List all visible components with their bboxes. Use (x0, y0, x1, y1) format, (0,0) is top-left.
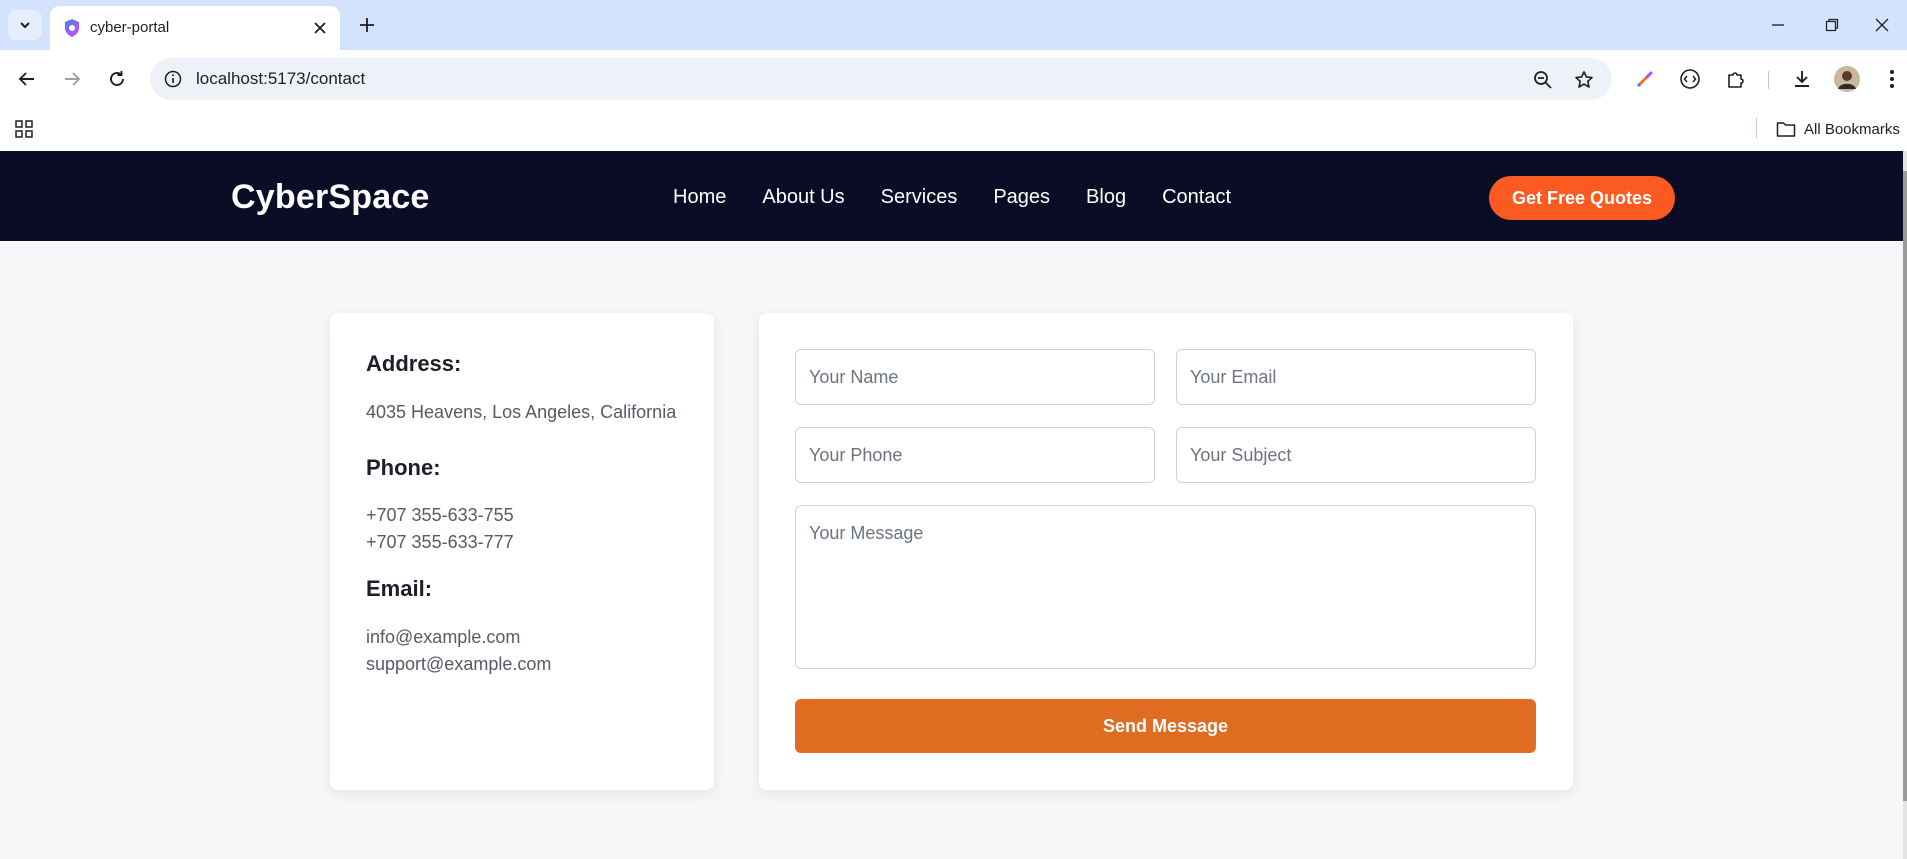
nav-blog[interactable]: Blog (1086, 186, 1126, 209)
downloads-button[interactable] (1786, 63, 1818, 95)
send-message-button[interactable]: Send Message (795, 699, 1536, 753)
arrow-left-icon (18, 72, 34, 86)
kebab-menu-icon (1890, 70, 1894, 88)
close-window-button[interactable] (1860, 8, 1904, 42)
download-icon (1795, 71, 1809, 87)
info-icon (164, 70, 182, 88)
address-text: 4035 Heavens, Los Angeles, California (366, 402, 677, 422)
zoom-button[interactable] (1530, 67, 1556, 93)
bookmarks-bar: All Bookmarks (0, 108, 1907, 151)
toolbar-divider (1768, 71, 1769, 89)
all-bookmarks-label: All Bookmarks (1804, 120, 1900, 138)
code-circle-icon (1680, 69, 1700, 89)
address-bar[interactable]: localhost:5173/contact (150, 58, 1612, 100)
profile-avatar-button[interactable] (1831, 63, 1863, 95)
eyedropper-icon (1637, 71, 1653, 87)
devtools-extension[interactable] (1674, 63, 1706, 95)
name-input[interactable] (795, 349, 1155, 405)
scrollbar-thumb[interactable] (1903, 171, 1907, 801)
nav-contact[interactable]: Contact (1162, 186, 1231, 209)
close-icon (314, 22, 326, 34)
color-picker-extension[interactable] (1629, 63, 1661, 95)
site-navbar: CyberSpace Home About Us Services Pages … (0, 151, 1907, 241)
extensions-button[interactable] (1720, 63, 1752, 95)
site-logo[interactable]: CyberSpace (231, 178, 430, 217)
nav-services[interactable]: Services (881, 186, 958, 209)
phone-heading: Phone: (366, 455, 441, 480)
contact-info-card: Address: 4035 Heavens, Los Angeles, Cali… (330, 313, 714, 790)
back-button[interactable] (11, 63, 43, 95)
apps-button[interactable] (12, 117, 36, 141)
tab-search-button[interactable] (8, 10, 42, 40)
bookmarks-divider (1756, 118, 1757, 138)
nav-about-us[interactable]: About Us (762, 186, 844, 209)
grid-icon (15, 120, 33, 138)
zoom-out-icon (1534, 71, 1552, 89)
browser-toolbar: localhost:5173/contact (0, 50, 1907, 108)
restore-icon (1825, 18, 1839, 32)
nav-pages[interactable]: Pages (993, 186, 1050, 209)
phone-primary: +707 355-633-755 (366, 505, 514, 525)
arrow-right-icon (65, 72, 81, 86)
url-text: localhost:5173/contact (196, 69, 366, 88)
address-heading: Address: (366, 351, 462, 376)
folder-icon (1776, 122, 1796, 137)
tab-title: cyber-portal (90, 19, 170, 36)
forward-button[interactable] (56, 63, 88, 95)
main-menu: Home About Us Services Pages Blog Contac… (673, 186, 1231, 209)
subject-input[interactable] (1176, 427, 1536, 483)
puzzle-icon (1728, 72, 1744, 88)
restore-window-button[interactable] (1810, 8, 1854, 42)
reload-icon (110, 71, 124, 86)
email-support: support@example.com (366, 654, 552, 674)
page-viewport: CyberSpace Home About Us Services Pages … (0, 151, 1907, 859)
plus-icon (360, 18, 374, 32)
message-textarea[interactable] (795, 505, 1536, 669)
browser-tab-active[interactable]: cyber-portal (50, 6, 340, 50)
chevron-down-icon (20, 22, 30, 29)
minimize-icon (1772, 24, 1784, 26)
bookmark-star-button[interactable] (1571, 67, 1597, 93)
star-icon (1575, 71, 1593, 88)
tab-close-button[interactable] (308, 16, 332, 40)
email-input[interactable] (1176, 349, 1536, 405)
minimize-window-button[interactable] (1756, 8, 1800, 42)
site-info-button[interactable] (162, 68, 184, 90)
browser-tabstrip: cyber-portal (0, 0, 1907, 50)
email-info: info@example.com (366, 627, 521, 647)
reload-button[interactable] (101, 63, 133, 95)
phone-secondary: +707 355-633-777 (366, 532, 514, 552)
avatar-icon (1834, 66, 1860, 92)
browser-menu-button[interactable] (1876, 63, 1907, 95)
contact-form-card: Send Message (759, 313, 1573, 790)
email-heading: Email: (366, 576, 433, 601)
shield-favicon-icon (65, 19, 79, 37)
page-scrollbar[interactable] (1903, 151, 1907, 859)
phone-input[interactable] (795, 427, 1155, 483)
all-bookmarks-button[interactable]: All Bookmarks (1776, 116, 1900, 142)
close-icon (1875, 18, 1889, 32)
get-free-quotes-button[interactable]: Get Free Quotes (1489, 176, 1675, 220)
nav-home[interactable]: Home (673, 186, 726, 209)
new-tab-button[interactable] (352, 10, 382, 40)
